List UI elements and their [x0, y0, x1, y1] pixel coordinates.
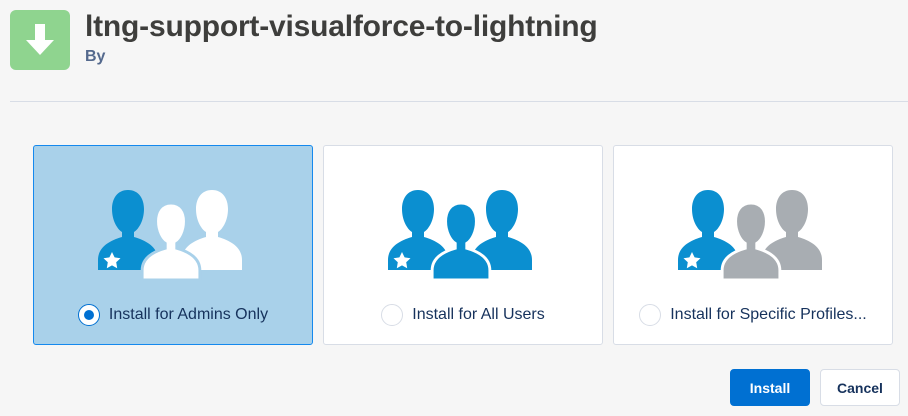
radio-all-users[interactable] [381, 304, 404, 326]
header-divider [10, 101, 908, 102]
option-specific-profiles-label: Install for Specific Profiles... [670, 306, 867, 323]
package-publisher: By [85, 48, 106, 65]
admins-group-icon [98, 190, 242, 280]
radio-admins-only[interactable] [77, 304, 100, 326]
cancel-button[interactable]: Cancel [820, 369, 900, 406]
download-arrow-icon [10, 10, 70, 70]
specific-profiles-group-icon [678, 190, 822, 280]
radio-specific-profiles[interactable] [639, 304, 662, 326]
package-header: ltng-support-visualforce-to-lightning By [10, 10, 900, 70]
option-label: Install for Specific Profiles... [614, 304, 892, 326]
option-all-users[interactable]: Install for All Users [323, 145, 603, 345]
option-label: Install for Admins Only [34, 304, 312, 326]
install-button[interactable]: Install [730, 369, 810, 406]
option-admins-only[interactable]: Install for Admins Only [33, 145, 313, 345]
all-users-group-icon [388, 190, 532, 280]
option-admins-only-label: Install for Admins Only [108, 306, 269, 323]
package-title: ltng-support-visualforce-to-lightning [85, 10, 598, 43]
option-label: Install for All Users [324, 304, 602, 326]
option-specific-profiles[interactable]: Install for Specific Profiles... [613, 145, 893, 345]
option-all-users-label: Install for All Users [412, 306, 545, 323]
